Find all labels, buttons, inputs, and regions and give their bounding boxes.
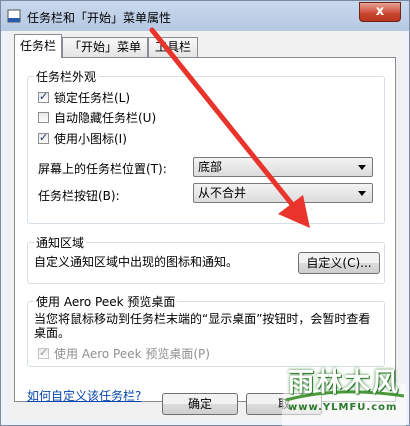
title-bar[interactable]: 任务栏和「开始」菜单属性 x [1,1,409,31]
taskbar-location-value: 底部 [198,160,223,174]
watermark-text: 雨林木风 [288,368,401,398]
aero-peek-checkbox [38,346,49,359]
tab-start-menu[interactable]: 「开始」菜单 [62,37,148,57]
small-icons-checkbox-row[interactable]: 使用小图标(I) [38,130,127,146]
autohide-label: 自动隐藏任务栏(U) [54,110,157,125]
group-notification-area: 通知区域 自定义通知区域中出现的图标和通知。 自定义(C)... [27,234,385,284]
close-button[interactable]: x [359,2,401,22]
autohide-checkbox-row[interactable]: 自动隐藏任务栏(U) [38,109,156,125]
group-label-notification: 通知区域 [34,234,87,251]
lock-taskbar-checkbox[interactable] [38,90,49,103]
group-label-appearance: 任务栏外观 [34,68,99,85]
taskbar-location-label: 屏幕上的任务栏位置(T): [38,162,167,176]
ok-button[interactable]: 确定 [162,393,238,415]
aero-peek-label: 使用 Aero Peek 预览桌面(P) [54,346,210,361]
notification-description: 自定义通知区域中出现的图标和通知。 [34,255,239,269]
watermark-url: www.YLMFU.com [288,402,398,413]
tab-taskbar[interactable]: 任务栏 [14,34,62,58]
taskbar-location-select[interactable]: 底部 [193,157,373,177]
lock-taskbar-checkbox-row[interactable]: 锁定任务栏(L) [38,89,130,105]
small-icons-checkbox[interactable] [38,131,49,144]
watermark-logo: 雨林木风 www.YLMFU.com [278,356,410,426]
aero-peek-description: 当您将鼠标移动到任务栏末端的“显示桌面”按钮时，会暂时查看桌面。 [34,312,371,340]
taskbar-buttons-select[interactable]: 从不合并 [193,183,373,203]
small-icons-label: 使用小图标(I) [54,131,127,146]
chevron-down-icon [358,165,366,170]
taskbar-buttons-value: 从不合并 [198,186,247,200]
taskbar-buttons-label: 任务栏按钮(B): [38,189,120,203]
window-title: 任务栏和「开始」菜单属性 [27,11,172,25]
tab-toolbars[interactable]: 工具栏 [148,37,198,57]
group-label-aero-peek: 使用 Aero Peek 预览桌面 [34,293,178,310]
chevron-down-icon [358,191,366,196]
help-link[interactable]: 如何自定义该任务栏? [27,387,141,404]
group-taskbar-appearance: 任务栏外观 锁定任务栏(L) 自动隐藏任务栏(U) 使用小图标(I) 屏幕上的任… [27,68,385,224]
lock-taskbar-label: 锁定任务栏(L) [54,90,131,105]
taskbar-app-icon [7,9,21,23]
aero-peek-checkbox-row: 使用 Aero Peek 预览桌面(P) [38,345,210,361]
tab-panel-taskbar: 任务栏外观 锁定任务栏(L) 自动隐藏任务栏(U) 使用小图标(I) 屏幕上的任… [14,57,396,404]
autohide-checkbox[interactable] [38,111,49,123]
customize-button[interactable]: 自定义(C)... [298,252,380,274]
